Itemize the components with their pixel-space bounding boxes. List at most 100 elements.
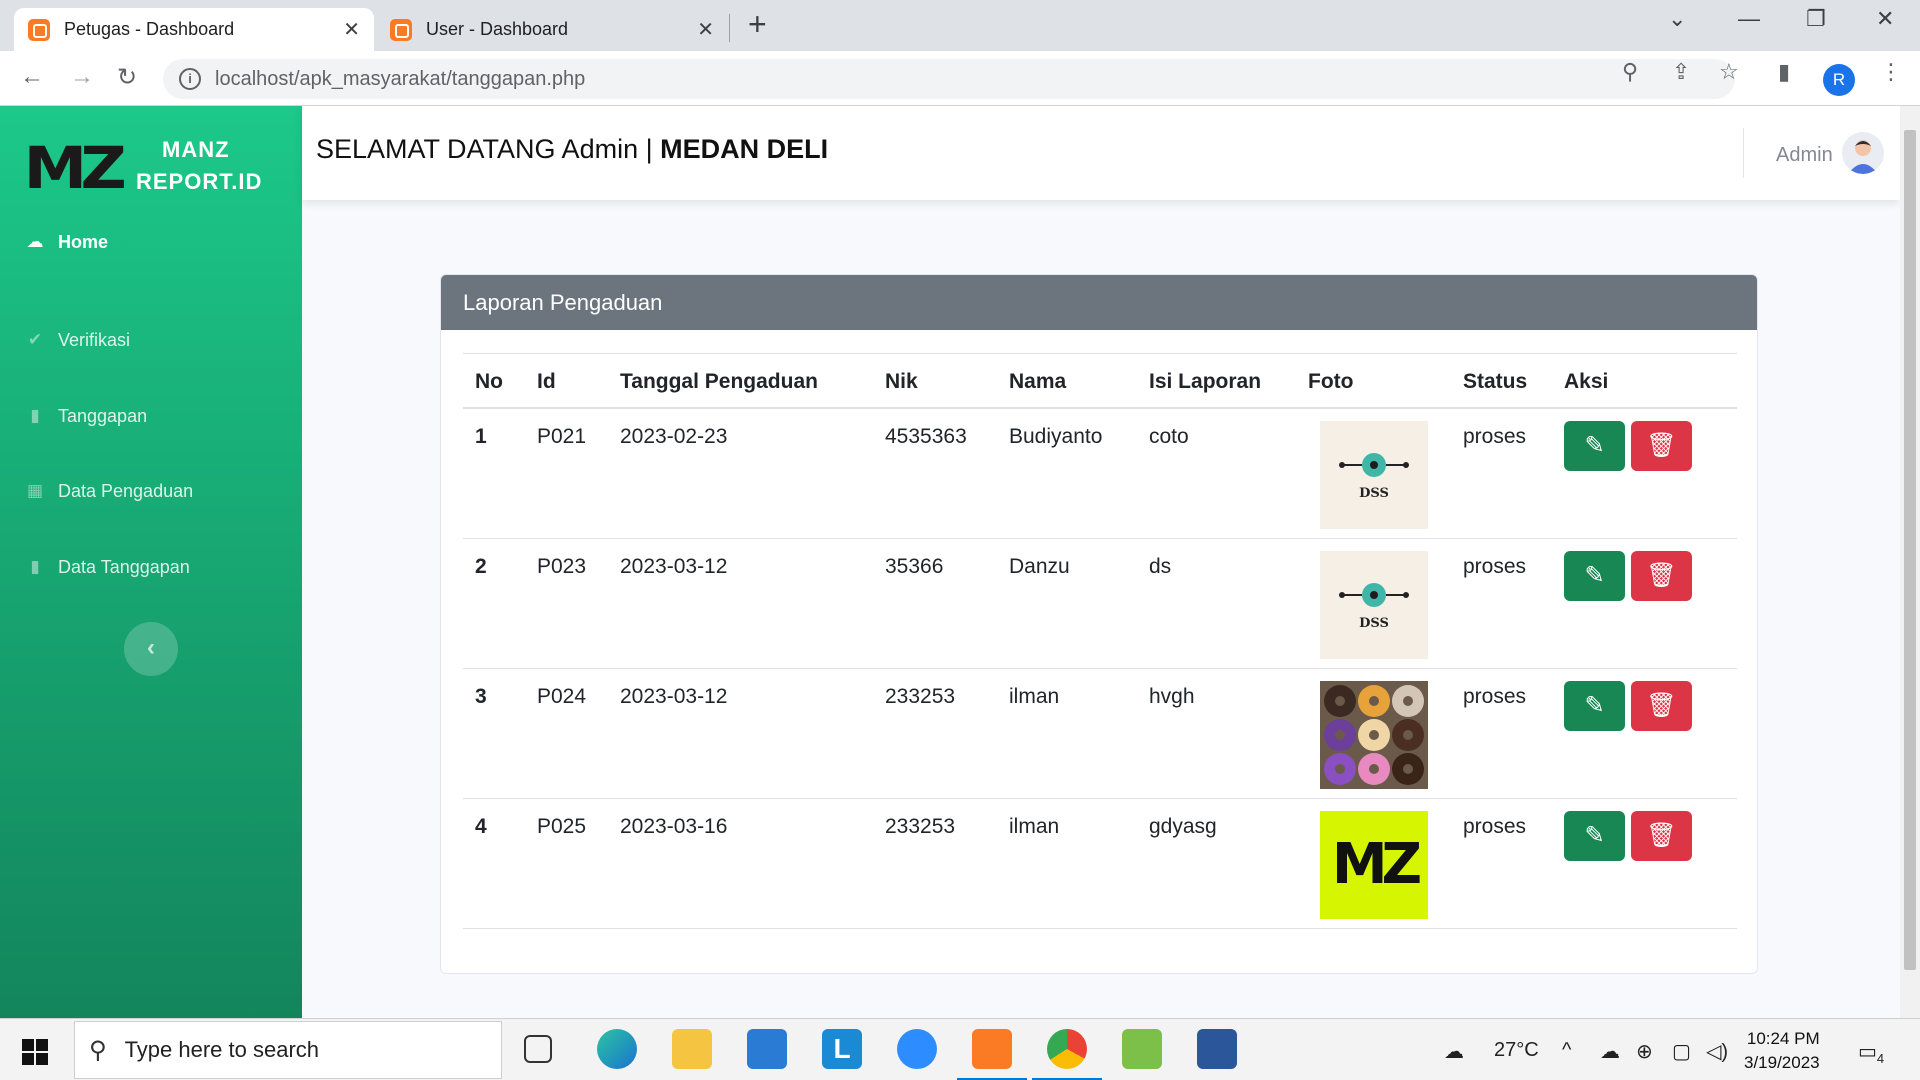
col-header-nik: Nik: [885, 370, 918, 393]
browser-tab-bar: Petugas - Dashboard ✕ User - Dashboard ✕…: [0, 0, 1920, 51]
trash-icon: 🗑: [1646, 822, 1677, 849]
sidebar-item-home[interactable]: ☁ Home: [0, 222, 302, 262]
onedrive-icon[interactable]: ☁: [1600, 1039, 1620, 1064]
delete-button[interactable]: 🗑: [1631, 681, 1692, 731]
meet-icon[interactable]: ▢: [1672, 1039, 1691, 1064]
cell-nama: ilman: [1009, 685, 1060, 708]
taskbar-clock[interactable]: 10:24 PM 3/19/2023: [1744, 1027, 1820, 1075]
pencil-icon: ✎: [1584, 562, 1605, 589]
sidebar-item-label: Data Tanggapan: [58, 556, 190, 577]
cell-no: 1: [475, 425, 487, 448]
pencil-icon: ✎: [1584, 822, 1605, 849]
col-header-foto: Foto: [1308, 370, 1354, 393]
report-photo-donuts: [1320, 681, 1428, 789]
pencil-icon: ✎: [1584, 432, 1605, 459]
cell-tanggal: 2023-03-16: [620, 815, 728, 838]
chrome-icon[interactable]: [1047, 1029, 1087, 1069]
sidebar-item-tanggapan[interactable]: ▮ Tanggapan: [0, 396, 302, 436]
sidebar-item-data-tanggapan[interactable]: ▮ Data Tanggapan: [0, 547, 302, 587]
tab-separator: [729, 14, 730, 42]
site-info-icon[interactable]: i: [179, 68, 201, 90]
image-app-icon[interactable]: [1122, 1029, 1162, 1069]
sidebar-toggle-button[interactable]: ‹: [124, 622, 178, 676]
col-header-nama: Nama: [1009, 370, 1067, 393]
reload-button[interactable]: ↻: [117, 63, 137, 92]
cell-isi: hvgh: [1149, 685, 1195, 708]
edit-button[interactable]: ✎: [1564, 551, 1625, 601]
tab-search-icon[interactable]: ⌄: [1668, 6, 1686, 32]
table-row: 1 P021 2023-02-23 4535363 Budiyanto coto: [463, 409, 1737, 539]
home-icon: ☁: [26, 232, 44, 251]
edit-button[interactable]: ✎: [1564, 421, 1625, 471]
cell-nama: Danzu: [1009, 555, 1070, 578]
temperature[interactable]: 27°C: [1494, 1039, 1539, 1062]
edge-icon[interactable]: [597, 1029, 637, 1069]
cell-isi: gdyasg: [1149, 815, 1217, 838]
close-tab-icon[interactable]: ✕: [343, 17, 360, 42]
xampp-icon[interactable]: [972, 1029, 1012, 1069]
l-app-icon[interactable]: L: [822, 1029, 862, 1069]
sidebar-item-verifikasi[interactable]: ✔ Verifikasi: [0, 320, 302, 360]
page-content: MZ MANZ REPORT.ID ☁ Home ✔ Verifikasi ▮ …: [0, 106, 1900, 1018]
mail-icon[interactable]: [747, 1029, 787, 1069]
profile-avatar[interactable]: R: [1823, 64, 1855, 96]
windows-start-icon[interactable]: [22, 1039, 48, 1065]
user-avatar[interactable]: [1842, 132, 1884, 174]
svg-text:DSS: DSS: [1359, 486, 1389, 501]
task-view-icon[interactable]: [524, 1035, 552, 1063]
cell-tanggal: 2023-02-23: [620, 425, 728, 448]
col-header-aksi: Aksi: [1564, 370, 1609, 393]
tray-chevron-icon[interactable]: ^: [1562, 1039, 1571, 1062]
browser-menu-icon[interactable]: ⋮: [1880, 59, 1902, 85]
delete-button[interactable]: 🗑: [1631, 551, 1692, 601]
close-window-button[interactable]: ✕: [1876, 6, 1894, 32]
share-icon[interactable]: ⇪: [1672, 59, 1690, 85]
address-bar[interactable]: i localhost/apk_masyarakat/tanggapan.php: [163, 59, 1735, 99]
side-panel-icon[interactable]: ▮: [1778, 59, 1790, 85]
table-row: 3 P024 2023-03-12 233253 ilman hvgh pros…: [463, 669, 1737, 799]
cell-no: 3: [475, 685, 487, 708]
edit-button[interactable]: ✎: [1564, 811, 1625, 861]
file-explorer-icon[interactable]: [672, 1029, 712, 1069]
cell-id: P023: [537, 555, 587, 578]
edit-button[interactable]: ✎: [1564, 681, 1625, 731]
tab-petugas-dashboard[interactable]: Petugas - Dashboard ✕: [14, 8, 374, 51]
brand-line-2: REPORT.ID: [136, 169, 263, 194]
cell-nama: Budiyanto: [1009, 425, 1103, 448]
page-scrollbar[interactable]: [1900, 106, 1920, 1018]
delete-button[interactable]: 🗑: [1631, 421, 1692, 471]
zoom-app-icon[interactable]: [897, 1029, 937, 1069]
welcome-heading: SELAMAT DATANG Admin | MEDAN DELI: [316, 134, 829, 164]
sidebar-item-label: Tanggapan: [58, 405, 148, 426]
col-header-status: Status: [1463, 370, 1528, 393]
topbar-divider: [1743, 128, 1744, 178]
brand[interactable]: MZ MANZ REPORT.ID: [24, 128, 288, 202]
new-tab-button[interactable]: +: [748, 6, 767, 43]
taskbar-search-box[interactable]: ⚲ Type here to search: [74, 1021, 502, 1079]
word-icon[interactable]: [1197, 1029, 1237, 1069]
bookmark-star-icon[interactable]: ☆: [1719, 59, 1739, 85]
trash-icon: 🗑: [1646, 692, 1677, 719]
weather-icon[interactable]: ☁: [1444, 1039, 1464, 1064]
minimize-button[interactable]: —: [1738, 6, 1760, 32]
cell-nik: 4535363: [885, 425, 967, 448]
cell-id: P021: [537, 425, 587, 448]
tab-user-dashboard[interactable]: User - Dashboard ✕: [376, 8, 728, 51]
network-icon[interactable]: ⊕: [1636, 1039, 1653, 1064]
notification-icon[interactable]: ▭4: [1858, 1039, 1884, 1066]
search-icon: ⚲: [89, 1036, 107, 1064]
delete-button[interactable]: 🗑: [1631, 811, 1692, 861]
search-placeholder: Type here to search: [124, 1037, 320, 1062]
scrollbar-thumb[interactable]: [1904, 130, 1916, 970]
user-name[interactable]: Admin: [1776, 144, 1833, 167]
close-tab-icon[interactable]: ✕: [697, 17, 714, 42]
clipboard-icon: ▮: [30, 406, 40, 425]
volume-icon[interactable]: ◁): [1706, 1039, 1728, 1064]
brand-line-1: MANZ: [162, 137, 230, 162]
trash-icon: 🗑: [1646, 432, 1677, 459]
back-button[interactable]: ←: [20, 63, 44, 91]
sidebar-item-data-pengaduan[interactable]: ▦ Data Pengaduan: [0, 471, 302, 511]
zoom-icon[interactable]: ⚲: [1622, 59, 1638, 85]
forward-button[interactable]: →: [70, 63, 94, 91]
restore-button[interactable]: ❐: [1806, 6, 1826, 32]
